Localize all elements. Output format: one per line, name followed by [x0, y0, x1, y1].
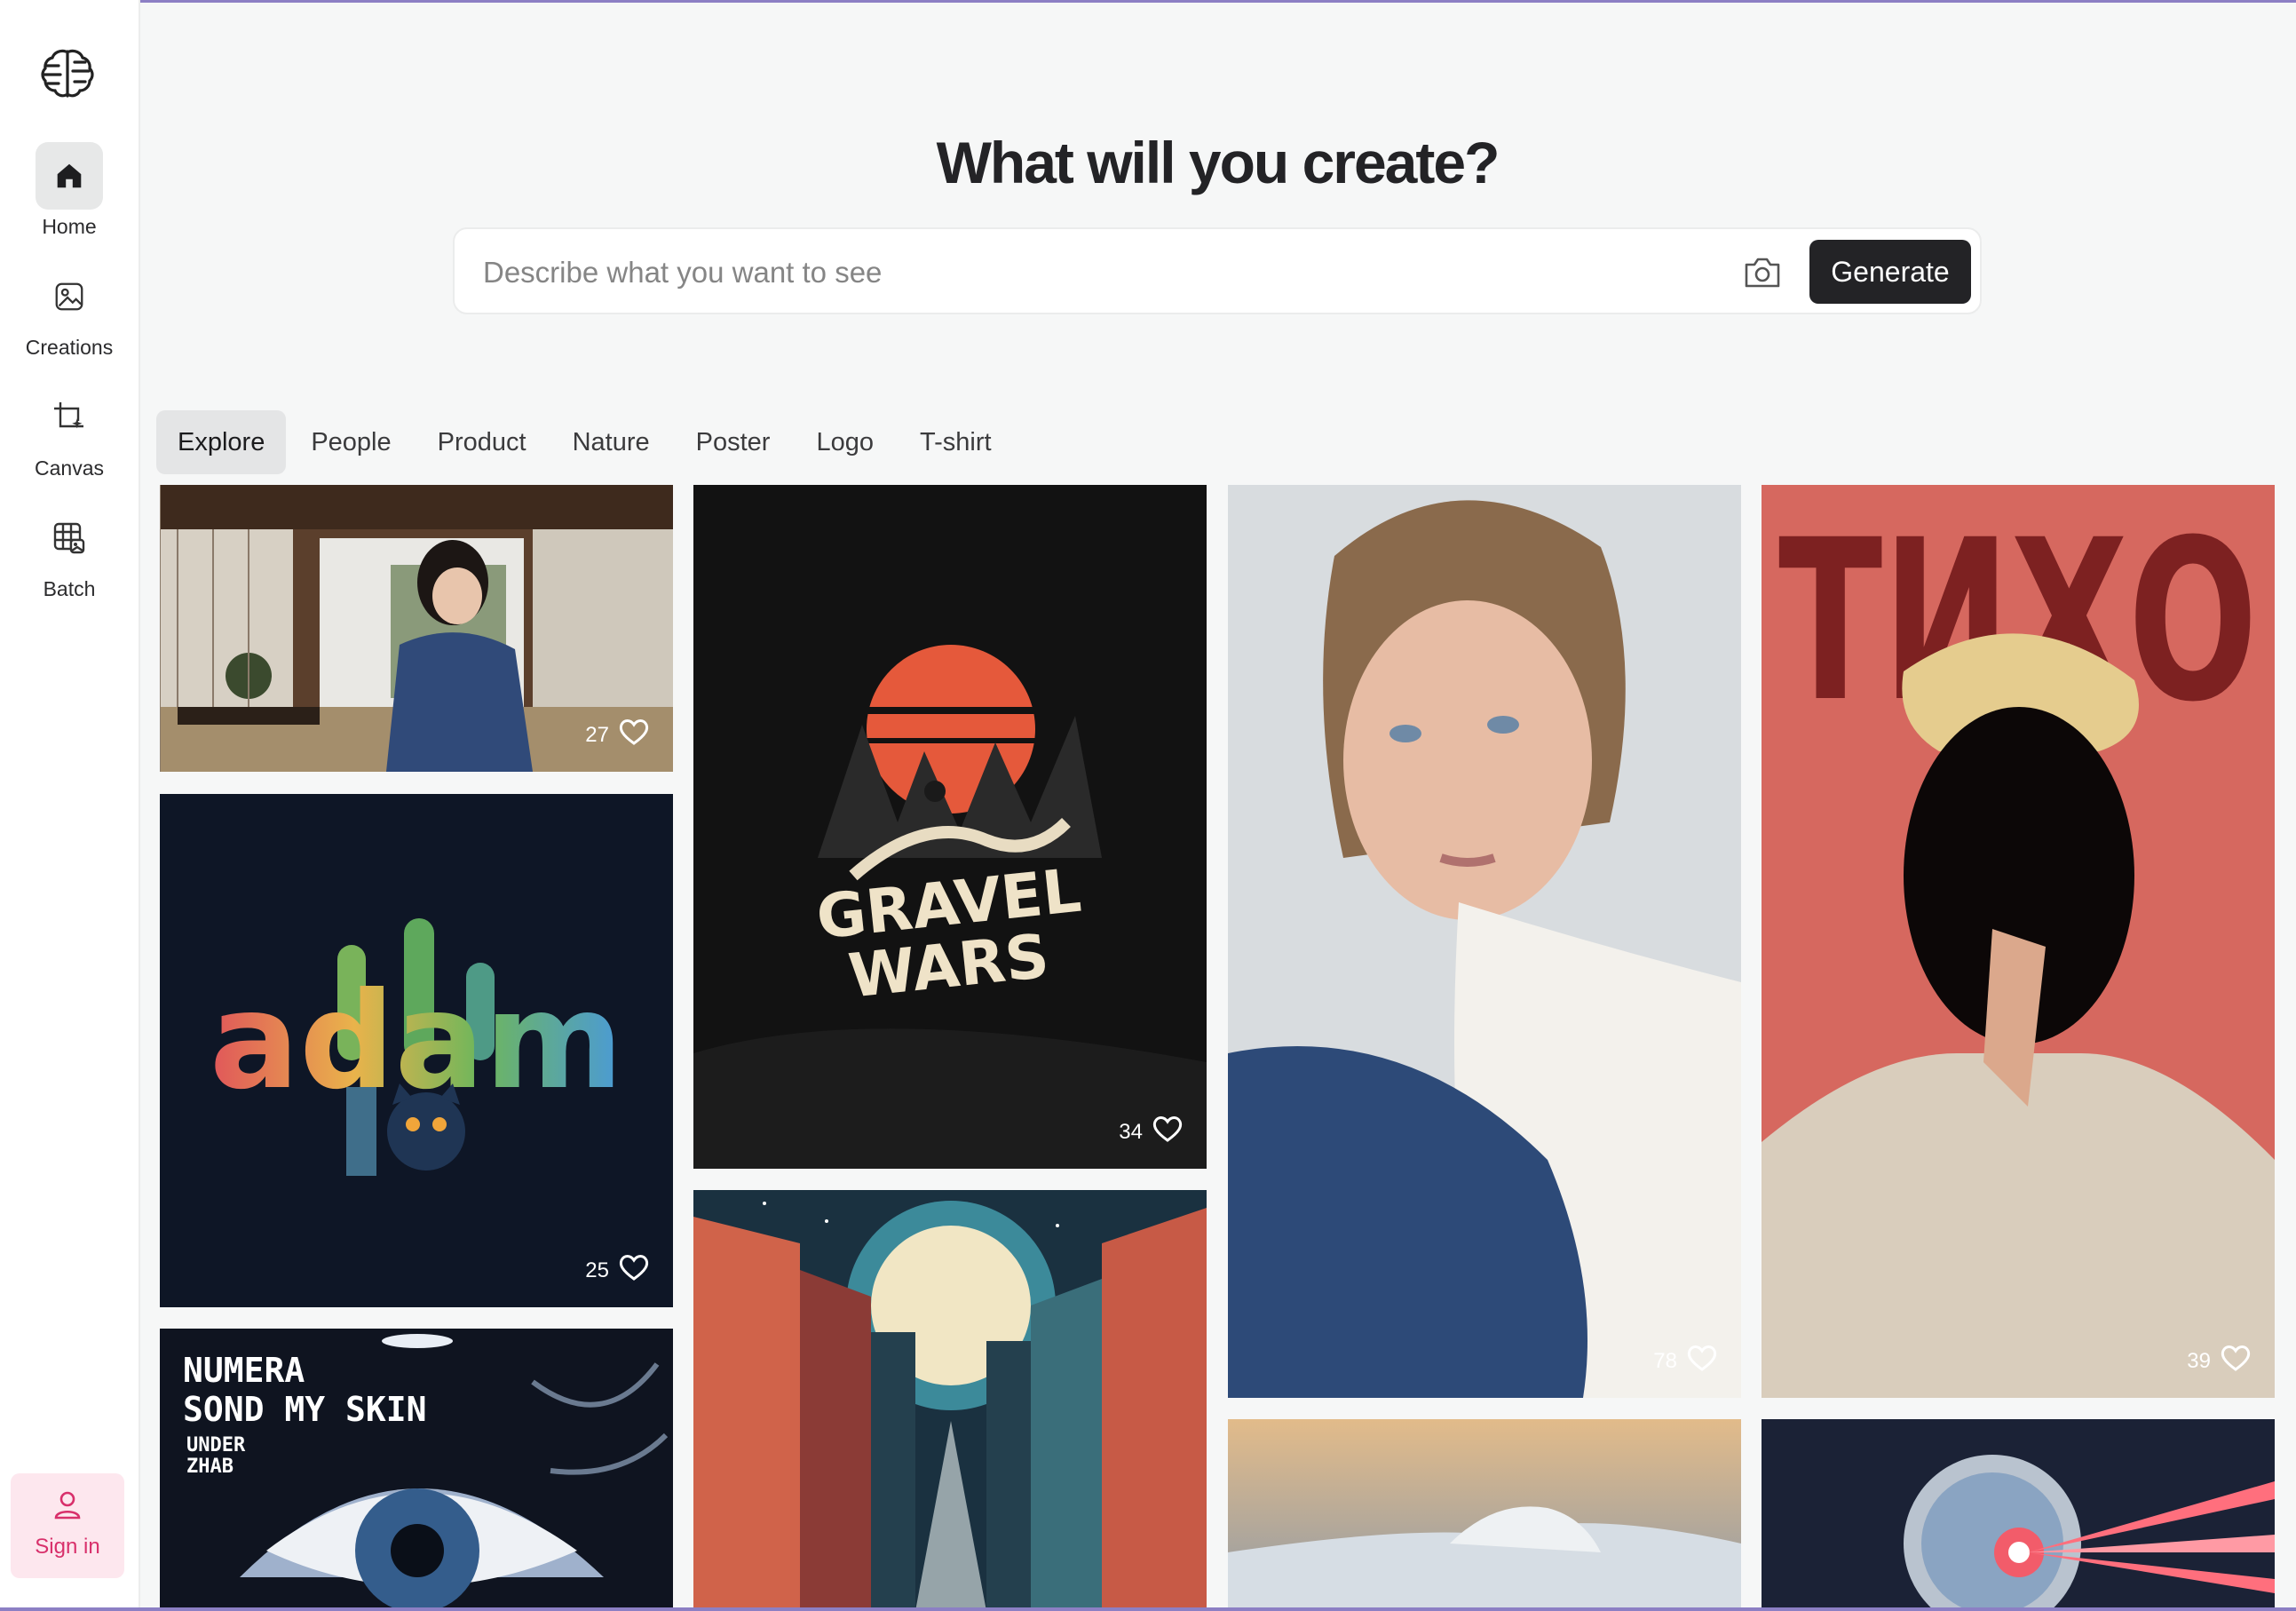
card-text: UNDER — [186, 1434, 246, 1456]
sidebar-item-creations[interactable]: Creations — [0, 263, 139, 360]
category-tabs: Explore People Product Nature Poster Log… — [156, 410, 1013, 474]
card-image: GRAVEL WARS — [693, 485, 1207, 1169]
tab-nature[interactable]: Nature — [551, 410, 671, 474]
card-text: NUMERA — [183, 1351, 305, 1390]
heart-icon[interactable] — [1152, 1115, 1184, 1149]
gallery-card-girl-japanese-room[interactable]: 27 — [160, 485, 673, 772]
like-count: 25 — [585, 1258, 609, 1282]
batch-grid-icon — [36, 504, 103, 572]
like-count: 34 — [1119, 1119, 1143, 1144]
heart-icon[interactable] — [1686, 1344, 1718, 1378]
card-image: NUMERA SOND MY SKIN UNDER ZHAB — [160, 1329, 673, 1611]
camera-icon[interactable] — [1742, 252, 1783, 291]
card-image — [1762, 1419, 2275, 1611]
card-image — [1228, 1419, 1741, 1611]
gallery-card-woman-portrait[interactable]: 78 — [1228, 485, 1741, 1398]
heart-icon[interactable] — [618, 718, 650, 752]
home-icon — [36, 142, 103, 210]
card-image — [1228, 485, 1741, 1398]
tab-tshirt[interactable]: T-shirt — [899, 410, 1013, 474]
like-counter: 78 — [1653, 1344, 1718, 1378]
sidebar-item-label: Home — [42, 215, 97, 238]
gallery-card-tikho-poster[interactable]: ТИХО 39 — [1762, 485, 2275, 1398]
sidebar: Home Creations Canvas Batch Sign in — [0, 0, 140, 1611]
sign-in-label: Sign in — [35, 1535, 100, 1559]
like-count: 39 — [2187, 1348, 2211, 1373]
canvas-crop-icon — [36, 384, 103, 451]
tab-logo[interactable]: Logo — [795, 410, 895, 474]
tab-product[interactable]: Product — [416, 410, 548, 474]
image-icon — [36, 263, 103, 330]
window-bottom-border — [0, 1607, 2296, 1611]
tab-people[interactable]: People — [289, 410, 412, 474]
card-text: SOND MY SKIN — [183, 1390, 427, 1429]
window-top-border — [0, 0, 2296, 3]
sidebar-item-label: Batch — [43, 577, 96, 600]
prompt-bar: Generate — [453, 227, 1982, 314]
brain-icon[interactable] — [39, 44, 96, 101]
sidebar-item-label: Creations — [25, 336, 114, 359]
page-title: What will you create? — [936, 130, 1500, 195]
tab-explore[interactable]: Explore — [156, 410, 287, 474]
gallery-card-gravel-wars[interactable]: GRAVEL WARS 34 — [693, 485, 1207, 1169]
user-icon — [11, 1473, 124, 1528]
prompt-input[interactable] — [481, 249, 1710, 297]
like-count: 27 — [585, 722, 609, 747]
like-counter: 39 — [2187, 1344, 2252, 1378]
sign-in-button[interactable]: Sign in — [11, 1473, 124, 1578]
gallery-card-snowy-landscape[interactable] — [1228, 1419, 1741, 1611]
gallery-card-eye-poster[interactable]: NUMERA SOND MY SKIN UNDER ZHAB — [160, 1329, 673, 1611]
sidebar-item-batch[interactable]: Batch — [0, 504, 139, 601]
like-counter: 27 — [585, 718, 650, 752]
card-image — [693, 1190, 1207, 1611]
sidebar-item-label: Canvas — [35, 456, 104, 480]
card-image: ТИХО — [1762, 485, 2275, 1398]
like-count: 78 — [1653, 1348, 1677, 1373]
generate-button[interactable]: Generate — [1809, 240, 1971, 304]
like-counter: 25 — [585, 1253, 650, 1288]
sidebar-item-home[interactable]: Home — [0, 142, 139, 239]
gallery-card-adam-logo[interactable]: adam 25 — [160, 794, 673, 1307]
tab-poster[interactable]: Poster — [675, 410, 792, 474]
sidebar-item-canvas[interactable]: Canvas — [0, 384, 139, 480]
card-image: adam — [160, 794, 673, 1307]
heart-icon[interactable] — [2220, 1344, 2252, 1378]
gallery-card-city-moon[interactable] — [693, 1190, 1207, 1611]
gallery-card-robot-laser[interactable] — [1762, 1419, 2275, 1611]
like-counter: 34 — [1119, 1115, 1184, 1149]
card-text: ZHAB — [186, 1456, 234, 1478]
heart-icon[interactable] — [618, 1253, 650, 1288]
